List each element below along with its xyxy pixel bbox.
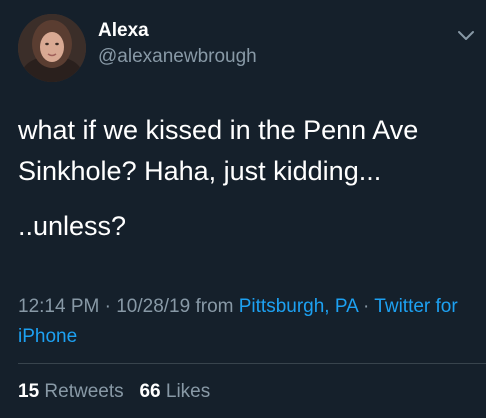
tweet-date: 10/28/19 [116, 296, 191, 317]
tweet-text: what if we kissed in the Penn Ave Sinkho… [18, 110, 473, 247]
user-handle[interactable]: @alexanewbrough [98, 46, 257, 68]
retweets-count: 15 [18, 381, 40, 402]
chevron-down-icon[interactable] [455, 24, 477, 46]
meta-separator: · [99, 296, 117, 317]
meta-separator: · [357, 296, 375, 317]
tweet-text-line-1: what if we kissed in the Penn Ave Sinkho… [18, 115, 419, 186]
avatar[interactable] [18, 14, 86, 82]
tweet-meta: 12:14 PM · 10/28/19 from Pittsburgh, PA … [18, 292, 473, 352]
location-link[interactable]: Pittsburgh, PA [239, 296, 358, 317]
likes-count: 66 [139, 381, 161, 402]
retweets-label: Retweets [44, 381, 124, 402]
divider [18, 363, 486, 364]
display-name[interactable]: Alexa [98, 20, 149, 42]
avatar-photo [18, 14, 86, 82]
tweet-stats: 15 Retweets 66 Likes [18, 381, 210, 403]
tweet-detail: Alexa @alexanewbrough what if we kissed … [0, 0, 486, 418]
tweet-time: 12:14 PM [18, 296, 100, 317]
retweets-stat[interactable]: 15 Retweets [18, 381, 124, 402]
likes-label: Likes [165, 381, 211, 402]
tweet-text-line-2: ..unless? [18, 211, 127, 241]
meta-from: from [190, 296, 239, 317]
likes-stat[interactable]: 66 Likes [139, 381, 210, 402]
